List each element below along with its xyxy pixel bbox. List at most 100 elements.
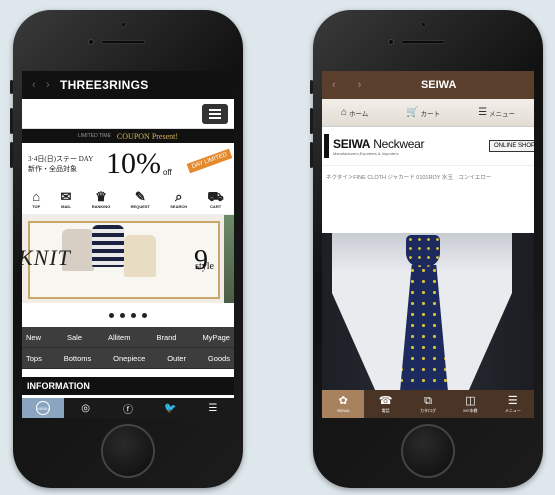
- carousel-dots[interactable]: [22, 303, 234, 327]
- shortcut-label: MAIL: [61, 204, 71, 209]
- tab-bookshelf[interactable]: ◫ MY本棚: [449, 390, 491, 418]
- screen-left: ‹ › THREE3RINGS LIMITED TIME COUPON Pres…: [22, 71, 234, 418]
- nav-home[interactable]: ⌂ ホーム: [341, 107, 368, 118]
- shortcut-search[interactable]: ⌕ SEARCH: [170, 190, 188, 210]
- menu-bar: [22, 99, 234, 129]
- brand-name-light: Neckwear: [370, 136, 425, 151]
- category-sale[interactable]: Sale: [67, 333, 82, 342]
- home-icon: ⌂: [32, 189, 41, 204]
- facebook-icon: ⓕ: [123, 404, 134, 416]
- shortcut-label: RANKING: [91, 204, 111, 209]
- crown-icon: ♛: [95, 189, 107, 204]
- nav-label: ホーム: [349, 110, 369, 118]
- home-button[interactable]: [101, 424, 155, 478]
- shortcut-icons: ⌂ TOP ✉ MAIL ♛ RANKING ✎ REQUEST ⌕ SEARCH ⛟ CART: [22, 185, 234, 215]
- tab-seiwa-logo[interactable]: ✿ SEIWA: [322, 390, 365, 418]
- tab-menu[interactable]: ☰: [192, 398, 234, 418]
- volume-up-button: [10, 108, 13, 134]
- menu-icon: ☰: [208, 402, 218, 414]
- front-camera: [388, 39, 394, 45]
- coupon-title: COUPON Present!: [116, 131, 179, 141]
- tab-menu[interactable]: ☰ メニュー: [492, 390, 534, 418]
- divider: [22, 395, 234, 397]
- coupon-subtitle: LIMITED TIME: [77, 133, 111, 139]
- tab-label: SEIWA: [336, 408, 350, 413]
- category-goods[interactable]: Goods: [208, 354, 230, 363]
- nav-label: カート: [420, 110, 441, 118]
- online-shop-button[interactable]: ONLINE SHOP: [488, 140, 534, 152]
- tab-phone[interactable]: ☎ 電話: [364, 390, 406, 418]
- brand-name[interactable]: SEIWA Neckwear Manufacturers,Exporters &…: [333, 137, 424, 156]
- category-bottoms[interactable]: Bottoms: [64, 354, 92, 363]
- coupon-text-line1: 3·4日(日)ステー DAY: [28, 155, 94, 163]
- front-camera: [88, 39, 94, 45]
- tab-label: メニュー: [504, 407, 521, 413]
- tab-label: MY本棚: [463, 407, 478, 413]
- top-nav: ⌂ ホーム 🛒 カート ☰ メニュー: [322, 99, 534, 127]
- sweater-image: [124, 235, 156, 277]
- earpiece: [401, 40, 445, 44]
- tab-app-logo[interactable]: MENU: [22, 398, 65, 418]
- top-bezel: [313, 10, 543, 72]
- category-new[interactable]: New: [26, 333, 41, 342]
- cart-icon: 🛒: [406, 107, 419, 118]
- category-grid: New Sale Allitem Brand MyPage Tops Bottoms One…: [22, 327, 234, 369]
- request-icon: ✎: [134, 189, 146, 204]
- forward-icon[interactable]: ›: [358, 79, 362, 91]
- tab-bar: ✿ SEIWA ☎ 電話 ⧉ カタログ ◫ MY本棚 ☰ メニュー: [322, 390, 534, 418]
- back-icon[interactable]: ‹: [332, 79, 336, 91]
- earpiece: [101, 40, 145, 44]
- coupon-tag: DAY LIMITED: [186, 148, 233, 174]
- coupon-strip[interactable]: LIMITED TIME COUPON Present!: [22, 129, 234, 143]
- tab-facebook[interactable]: ⓕ: [107, 398, 149, 418]
- category-row: New Sale Allitem Brand MyPage: [22, 327, 234, 348]
- volume-down-button: [310, 142, 313, 168]
- product-photo[interactable]: [322, 233, 534, 411]
- shortcut-label: SEARCH: [170, 204, 188, 209]
- seiwa-logo-icon: ✿: [338, 395, 348, 407]
- tab-twitter[interactable]: 🐦: [149, 398, 191, 418]
- app-titlebar: ‹ › SEIWA: [322, 71, 534, 99]
- shortcut-label: TOP: [32, 204, 41, 209]
- brand-tagline: Manufacturers,Exporters & Importers: [333, 150, 399, 156]
- shortcut-mail[interactable]: ✉ MAIL: [60, 189, 72, 210]
- mute-switch: [10, 80, 13, 94]
- breadcrumb[interactable]: ネクタイ＞FINE CLOTH ジャカード 0101ROY 水玉 コンイエロー: [322, 165, 534, 205]
- mail-icon: ✉: [60, 189, 72, 204]
- shortcut-label: CART: [210, 204, 222, 209]
- mute-switch: [310, 80, 313, 94]
- sensor: [421, 22, 426, 27]
- shortcut-ranking[interactable]: ♛ RANKING: [91, 189, 111, 210]
- shortcut-top[interactable]: ⌂ TOP: [32, 189, 41, 210]
- coupon-percent: 10%: [106, 147, 161, 180]
- category-tops[interactable]: Tops: [26, 354, 42, 363]
- nav-menu[interactable]: ☰ メニュー: [478, 107, 515, 118]
- instagram-icon: ◎: [81, 402, 90, 414]
- catalog-icon: ⧉: [424, 394, 432, 407]
- back-icon[interactable]: ‹: [32, 79, 36, 91]
- tab-label: 電話: [381, 407, 390, 413]
- hamburger-menu-button[interactable]: [202, 103, 228, 124]
- volume-down-button: [10, 142, 13, 168]
- hero-banner[interactable]: KNIT 9 style: [22, 215, 234, 303]
- coupon-banner[interactable]: 3·4日(日)ステー DAY 新作・全品対象 10% off DAY LIMIT…: [22, 143, 234, 185]
- forward-icon[interactable]: ›: [46, 79, 50, 91]
- tab-catalog[interactable]: ⧉ カタログ: [407, 390, 449, 418]
- nav-cart[interactable]: 🛒 カート: [406, 107, 440, 118]
- home-button[interactable]: [401, 424, 455, 478]
- category-allitem[interactable]: Allitem: [108, 333, 131, 342]
- category-mypage[interactable]: MyPage: [202, 333, 230, 342]
- next-slide-peek[interactable]: [224, 215, 234, 303]
- tab-bar: MENU ◎ ⓕ 🐦 ☰: [22, 398, 234, 418]
- category-brand[interactable]: Brand: [156, 333, 176, 342]
- sensor: [121, 22, 126, 27]
- brand-name-bold: SEIWA: [333, 136, 371, 151]
- bookshelf-icon: ◫: [465, 394, 476, 407]
- shortcut-request[interactable]: ✎ REQUEST: [131, 189, 150, 210]
- category-onepiece[interactable]: Onepiece: [113, 354, 145, 363]
- tab-instagram[interactable]: ◎: [64, 398, 106, 418]
- shortcut-cart[interactable]: ⛟ CART: [207, 190, 223, 210]
- category-row: Tops Bottoms Onepiece Outer Goods: [22, 348, 234, 369]
- coupon-banner-text: 3·4日(日)ステー DAY 新作・全品対象: [28, 154, 106, 174]
- category-outer[interactable]: Outer: [167, 354, 186, 363]
